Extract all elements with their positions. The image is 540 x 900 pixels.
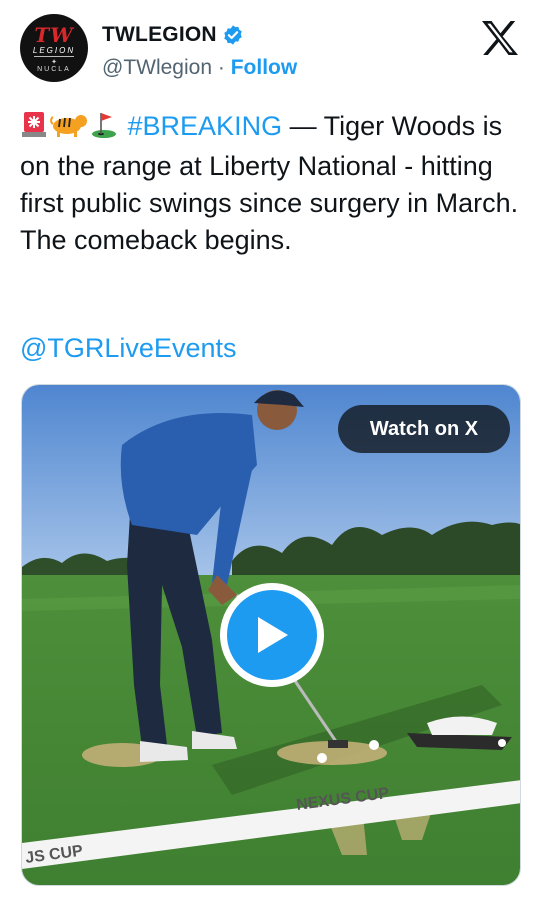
golf-flag-icon bbox=[90, 110, 118, 148]
play-button[interactable] bbox=[220, 583, 324, 687]
video-player[interactable]: NEXUS CUP JS CUP Watch on X bbox=[21, 384, 521, 886]
handle-separator: · bbox=[217, 56, 225, 79]
play-icon bbox=[258, 617, 288, 653]
author-handle-row: @TWlegion · Follow bbox=[102, 56, 297, 80]
avatar-mark: ✦ bbox=[51, 59, 57, 66]
x-logo-icon[interactable] bbox=[480, 20, 520, 56]
avatar-divider bbox=[34, 56, 74, 57]
tweet-header: TW LEGION ✦ NUCLA TWLEGION @TWlegion · F… bbox=[20, 14, 520, 84]
verified-badge-icon bbox=[224, 25, 242, 45]
follow-button[interactable]: Follow bbox=[231, 56, 298, 79]
avatar-brand-text: NUCLA bbox=[37, 66, 71, 73]
avatar[interactable]: TW LEGION ✦ NUCLA bbox=[20, 14, 88, 82]
tweet-text: #BREAKING — Tiger Woods is on the range … bbox=[20, 108, 520, 259]
play-button-circle bbox=[227, 590, 317, 680]
rotating-light-icon bbox=[20, 110, 48, 148]
hashtag-breaking[interactable]: #BREAKING bbox=[128, 111, 283, 141]
avatar-logo-subtext: LEGION bbox=[32, 46, 76, 55]
avatar-logo-text: TW bbox=[34, 23, 74, 47]
author-handle[interactable]: @TWlegion bbox=[102, 56, 212, 79]
author-name-row: TWLEGION bbox=[102, 23, 244, 47]
mention-link[interactable]: @TGRLiveEvents bbox=[20, 330, 236, 367]
author-display-name[interactable]: TWLEGION bbox=[102, 23, 217, 47]
watch-on-x-button[interactable]: Watch on X bbox=[338, 405, 510, 453]
tiger-icon bbox=[50, 110, 88, 148]
